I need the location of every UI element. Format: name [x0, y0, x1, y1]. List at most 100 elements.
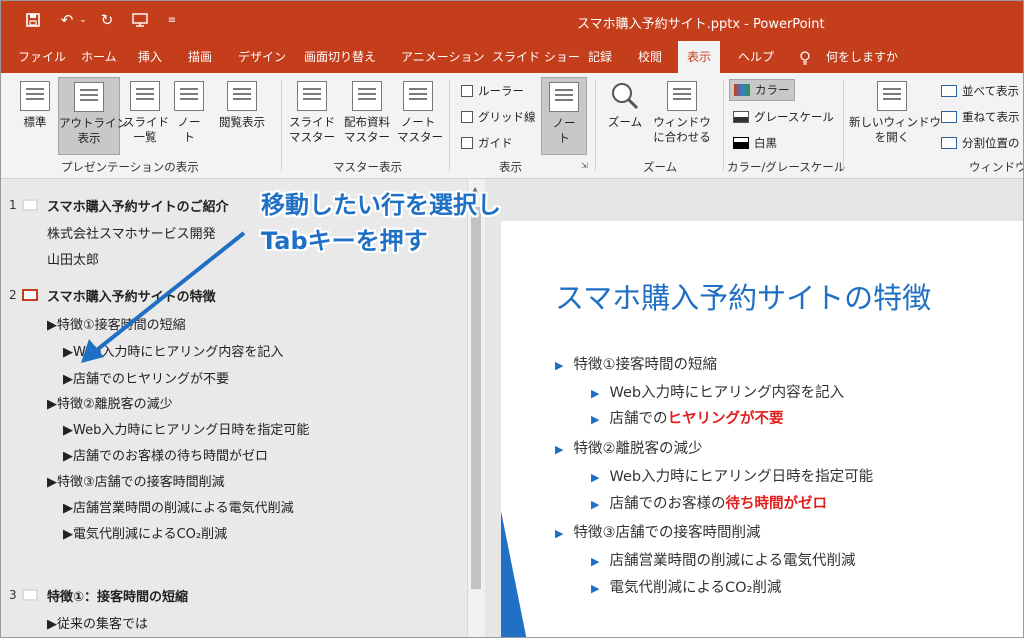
slide-bullet[interactable]: ▶ Web入力時にヒアリング内容を記入: [591, 381, 844, 402]
notes-pane-icon: [549, 82, 579, 112]
bullet-text: 店舗でのお客様の: [609, 496, 726, 512]
slide-bullet[interactable]: ▶ 特徴②離脱客の減少: [555, 437, 702, 458]
tab-design[interactable]: デザイン: [238, 41, 286, 73]
slide-bullet[interactable]: ▶ 特徴③店舗での接客時間削減: [555, 521, 760, 542]
outline-line[interactable]: ▶Web入力時にヒアリング内容を記入: [63, 341, 283, 360]
outline-slide-title[interactable]: スマホ購入予約サイトの特徴: [47, 286, 216, 305]
outline-line[interactable]: ▶特徴①接客時間の短縮: [47, 314, 186, 333]
slide-icon[interactable]: [22, 289, 38, 301]
presenter-icon[interactable]: [129, 10, 151, 30]
outline-view-icon: [74, 82, 104, 112]
bullet-text: Web入力時にヒアリング内容を記入: [609, 385, 845, 401]
slide-number: 2: [9, 288, 17, 302]
group-divider: [595, 79, 596, 171]
slide-bullet[interactable]: ▶ 店舗でのお客様の待ち時間がゼロ: [591, 492, 827, 513]
bullet-triangle-icon: ▶: [591, 471, 600, 484]
tab-home[interactable]: ホーム: [81, 41, 117, 73]
reading-view-button[interactable]: 閲覧表示: [213, 81, 271, 130]
title-bar: ↶ ⌄ ↻ ≡ スマホ購入予約サイト.pptx - PowerPoint: [1, 1, 1023, 41]
slide-title[interactable]: スマホ購入予約サイトの特徴: [555, 275, 931, 317]
group-divider: [449, 79, 450, 171]
notes-master-button[interactable]: ノート マスター: [397, 81, 443, 145]
outline-line[interactable]: ▶店舗営業時間の削減による電気代削減: [63, 497, 294, 516]
black-white-button[interactable]: 白黒: [733, 135, 777, 151]
tell-me-search[interactable]: 何をしますか: [826, 41, 898, 73]
slide-master-button[interactable]: スライド マスター: [289, 81, 335, 145]
tab-slideshow[interactable]: スライド ショー: [492, 41, 580, 73]
outline-line[interactable]: ▶電気代削減によるCO₂削減: [63, 523, 227, 542]
tab-transitions[interactable]: 画面切り替え: [304, 41, 376, 73]
guides-checkbox[interactable]: ガイド: [461, 135, 513, 151]
outline-line[interactable]: ▶Web入力時にヒアリング日時を指定可能: [63, 419, 309, 438]
outline-line[interactable]: ▶特徴②離脱客の減少: [47, 393, 173, 412]
customize-icon[interactable]: ≡: [165, 10, 179, 30]
slide-canvas[interactable]: スマホ購入予約サイトの特徴 ▶ 特徴①接客時間の短縮 ▶ Web入力時にヒアリング内…: [501, 221, 1023, 637]
ribbon-tabs: ファイル ホーム 挿入 描画 デザイン 画面切り替え アニメーション スライド …: [1, 41, 1023, 73]
slide-bullet[interactable]: ▶ Web入力時にヒアリング日時を指定可能: [591, 465, 873, 486]
redo-icon[interactable]: ↻: [97, 10, 117, 30]
callout-line-1: 移動したい行を選択し: [261, 191, 501, 219]
undo-dropdown-icon[interactable]: ⌄: [77, 10, 89, 30]
undo-icon[interactable]: ↶: [57, 10, 77, 30]
bullet-text: 特徴②離脱客の減少: [573, 441, 703, 457]
magnifier-icon: [610, 81, 640, 111]
outline-line[interactable]: ▶従来の集客では: [47, 613, 148, 632]
slide-bullet[interactable]: ▶ 電気代削減によるCO₂削減: [591, 576, 781, 597]
color-group-label: カラー/グレースケール: [727, 160, 846, 174]
gridlines-checkbox[interactable]: グリッド線: [461, 109, 536, 125]
slide-icon[interactable]: [22, 589, 38, 601]
bullet-triangle-icon: ▶: [591, 387, 600, 400]
tab-review[interactable]: 校閲: [638, 41, 662, 73]
black-white-label: 白黒: [754, 136, 777, 150]
tab-insert[interactable]: 挿入: [138, 41, 162, 73]
tab-file[interactable]: ファイル: [18, 41, 66, 73]
outline-slide-title[interactable]: スマホ購入予約サイトのご紹介: [47, 196, 229, 215]
outline-slide-title[interactable]: 特徴①：接客時間の短縮: [47, 586, 188, 605]
slide-number: 3: [9, 588, 17, 602]
zoom-button[interactable]: ズーム: [605, 81, 645, 130]
bullet-text: 店舗営業時間の削減による電気代削減: [609, 553, 856, 569]
outline-view-button[interactable]: アウトライン 表示: [58, 77, 128, 155]
dialog-launcher-icon[interactable]: ⇲: [581, 161, 588, 170]
tab-view[interactable]: 表示: [678, 41, 721, 73]
outline-line[interactable]: 株式会社スマホサービス開発: [47, 223, 216, 242]
slide-icon[interactable]: [22, 199, 38, 211]
checkbox-box: [461, 85, 473, 97]
tab-draw[interactable]: 描画: [188, 41, 212, 73]
checkbox-box: [461, 111, 473, 123]
reading-view-icon: [227, 81, 257, 111]
cascade-button[interactable]: 重ねて表示: [941, 109, 1020, 125]
checkbox-box: [461, 137, 473, 149]
cascade-icon: [941, 111, 957, 123]
cascade-label: 重ねて表示: [962, 110, 1020, 124]
scrollbar-thumb[interactable]: [471, 207, 481, 589]
bullet-text: 店舗での: [609, 411, 668, 427]
save-icon[interactable]: [23, 10, 43, 30]
outline-line[interactable]: 山田太郎: [47, 249, 99, 268]
outline-line[interactable]: ▶店舗でのヒヤリングが不要: [63, 368, 229, 387]
arrange-all-button[interactable]: 並べて表示: [941, 83, 1019, 99]
slide-bullet[interactable]: ▶ 特徴①接客時間の短縮: [555, 353, 717, 374]
notes-pane-button[interactable]: ノー ト: [541, 77, 587, 155]
fit-to-window-button[interactable]: ウィンドウ に合わせる: [651, 81, 713, 145]
slide-bullet[interactable]: ▶ 店舗営業時間の削減による電気代削減: [591, 549, 856, 570]
outline-line[interactable]: ▶特徴③店舗での接客時間削減: [47, 471, 225, 490]
slide-bullet[interactable]: ▶ 店舗でのヒヤリングが不要: [591, 407, 783, 428]
normal-view-button[interactable]: 標準: [15, 81, 55, 130]
tab-help[interactable]: ヘルプ: [738, 41, 774, 73]
notes-master-icon: [403, 81, 433, 111]
new-window-button[interactable]: 新しいウィンドウ を開く: [849, 81, 941, 145]
grayscale-button[interactable]: グレースケール: [733, 109, 834, 125]
group-divider: [843, 79, 844, 171]
slide-pane: スマホ購入予約サイトの特徴 ▶ 特徴①接客時間の短縮 ▶ Web入力時にヒアリング内…: [485, 179, 1023, 637]
tab-animations[interactable]: アニメーション: [401, 41, 485, 73]
move-split-button[interactable]: 分割位置の: [941, 135, 1020, 151]
color-button[interactable]: カラー: [729, 79, 795, 101]
notes-page-button[interactable]: ノー ト: [173, 81, 205, 145]
ruler-checkbox[interactable]: ルーラー: [461, 83, 524, 99]
normal-view-icon: [20, 81, 50, 111]
tab-record[interactable]: 記録: [588, 41, 612, 73]
handout-master-button[interactable]: 配布資料 マスター: [341, 81, 393, 145]
outline-line[interactable]: ▶店舗でのお客様の待ち時間がゼロ: [63, 445, 268, 464]
slide-sorter-button[interactable]: スライド 一覧: [123, 81, 169, 145]
